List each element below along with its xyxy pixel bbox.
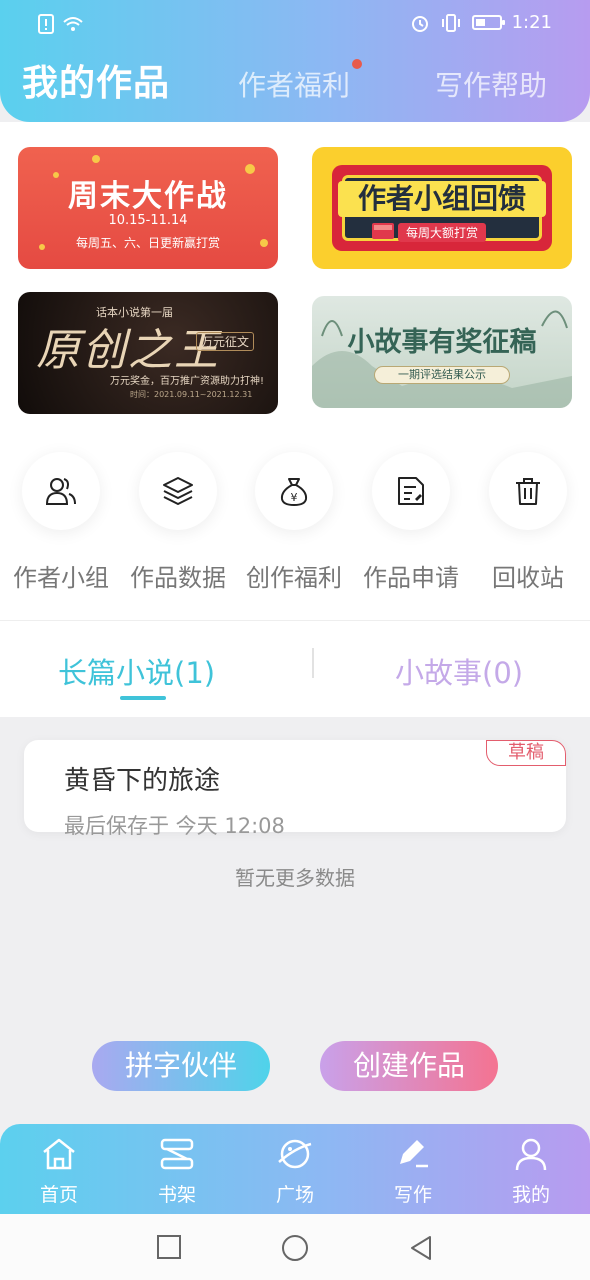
shortcut-label: 作品数据 bbox=[130, 564, 226, 592]
nav-label: 我的 bbox=[511, 1184, 550, 1206]
trash-icon bbox=[516, 478, 540, 505]
red-packet-icon bbox=[372, 223, 394, 239]
page-title[interactable]: 我的作品 bbox=[22, 54, 170, 106]
banner-subtitle: 一期评选结果公示 bbox=[374, 366, 510, 384]
user-icon bbox=[515, 1138, 547, 1171]
banner-subtitle: 每周大额打赏 bbox=[398, 223, 487, 242]
alarm-icon bbox=[411, 15, 428, 32]
create-work-button[interactable]: 创建作品 bbox=[320, 1041, 498, 1091]
banner-date: 10.15-11.14 bbox=[108, 213, 188, 228]
money-bag-icon: ¥ bbox=[280, 478, 308, 506]
shortcut-creation-welfare[interactable]: ¥ 创作福利 bbox=[238, 452, 350, 593]
bottom-nav: 首页 书架 广场 写作 我的 bbox=[0, 1124, 590, 1214]
back-triangle-icon[interactable] bbox=[408, 1234, 434, 1262]
recents-icon[interactable] bbox=[156, 1234, 182, 1260]
banner-author-group[interactable]: 作者小组回馈 每周大额打赏 bbox=[312, 147, 572, 269]
shortcut-label: 作者小组 bbox=[13, 564, 109, 592]
banner-subtitle: 每周五、六、日更新赢打赏 bbox=[75, 236, 220, 250]
nav-bookshelf[interactable]: 书架 bbox=[137, 1134, 217, 1207]
shortcut-label: 回收站 bbox=[492, 564, 564, 592]
sim-alert-icon bbox=[38, 14, 54, 34]
shortcut-recycle-bin[interactable]: 回收站 bbox=[472, 452, 584, 593]
shortcut-label: 作品申请 bbox=[363, 564, 459, 592]
nav-write[interactable]: 写作 bbox=[373, 1134, 453, 1207]
app-header: 1:21 我的作品 作者福利 写作帮助 bbox=[0, 0, 590, 122]
no-more-data-text: 暂无更多数据 bbox=[235, 866, 355, 890]
notification-dot bbox=[352, 59, 362, 69]
pen-icon bbox=[400, 1140, 428, 1168]
banner-title: 原创之王 bbox=[36, 325, 220, 376]
nav-plaza[interactable]: 广场 bbox=[255, 1134, 335, 1207]
battery-icon bbox=[471, 15, 505, 30]
banner-title: 小故事有奖征稿 bbox=[347, 327, 537, 358]
writing-partner-button[interactable]: 拼字伙伴 bbox=[92, 1041, 270, 1091]
system-nav-bar bbox=[0, 1214, 590, 1280]
shortcut-label: 创作福利 bbox=[246, 564, 342, 592]
svg-text:¥: ¥ bbox=[291, 491, 298, 504]
work-title: 黄昏下的旅途 bbox=[64, 766, 221, 796]
wifi-icon bbox=[63, 17, 83, 31]
work-card[interactable]: 黄昏下的旅途 最后保存于 今天 12:08 草稿 bbox=[24, 740, 566, 838]
tab-separator bbox=[312, 648, 314, 678]
document-icon bbox=[398, 477, 424, 505]
banner-title: 周末大作战 bbox=[68, 179, 228, 214]
home-icon bbox=[43, 1138, 75, 1170]
planet-icon bbox=[278, 1139, 312, 1169]
nav-label: 广场 bbox=[275, 1184, 314, 1206]
bookshelf-icon bbox=[160, 1138, 194, 1170]
divider bbox=[0, 620, 590, 621]
banner-time: 时间：2021.09.11~2021.12.31 bbox=[130, 390, 253, 399]
nav-mine[interactable]: 我的 bbox=[491, 1134, 571, 1207]
nav-label: 首页 bbox=[39, 1184, 78, 1206]
banner-subtitle: 万元奖金，百万推广资源助力打神! bbox=[110, 376, 265, 387]
shortcut-work-data[interactable]: 作品数据 bbox=[122, 452, 234, 593]
tab-author-welfare[interactable]: 作者福利 bbox=[238, 64, 350, 104]
active-tab-indicator bbox=[120, 696, 166, 700]
banner-title: 作者小组回馈 bbox=[338, 181, 546, 217]
shortcut-author-group[interactable]: 作者小组 bbox=[5, 452, 117, 593]
shortcut-work-application[interactable]: 作品申请 bbox=[355, 452, 467, 593]
banner-weekend-battle[interactable]: 周末大作战 10.15-11.14 每周五、六、日更新赢打赏 bbox=[18, 147, 278, 269]
work-saved-time: 最后保存于 今天 12:08 bbox=[64, 814, 285, 838]
draft-badge: 草稿 bbox=[486, 740, 566, 766]
banner-original-king[interactable]: 话本小说第一届 原创之王 万元征文 万元奖金，百万推广资源助力打神! 时间：20… bbox=[18, 292, 278, 414]
tab-novels[interactable]: 长篇小说(1) bbox=[58, 650, 215, 692]
layers-icon bbox=[163, 477, 193, 505]
tab-short-stories[interactable]: 小故事(0) bbox=[395, 650, 523, 692]
status-bar: 1:21 bbox=[0, 8, 590, 42]
nav-label: 写作 bbox=[393, 1184, 432, 1206]
vibrate-icon bbox=[441, 13, 460, 32]
tab-writing-help[interactable]: 写作帮助 bbox=[435, 64, 547, 104]
home-circle-icon[interactable] bbox=[281, 1234, 309, 1262]
nav-home[interactable]: 首页 bbox=[19, 1134, 99, 1207]
people-icon bbox=[45, 478, 76, 505]
banner-short-story-contest[interactable]: 小故事有奖征稿 一期评选结果公示 bbox=[312, 296, 572, 408]
banner-tag: 万元征文 bbox=[196, 332, 255, 351]
status-time: 1:21 bbox=[511, 12, 552, 33]
nav-label: 书架 bbox=[157, 1184, 196, 1206]
